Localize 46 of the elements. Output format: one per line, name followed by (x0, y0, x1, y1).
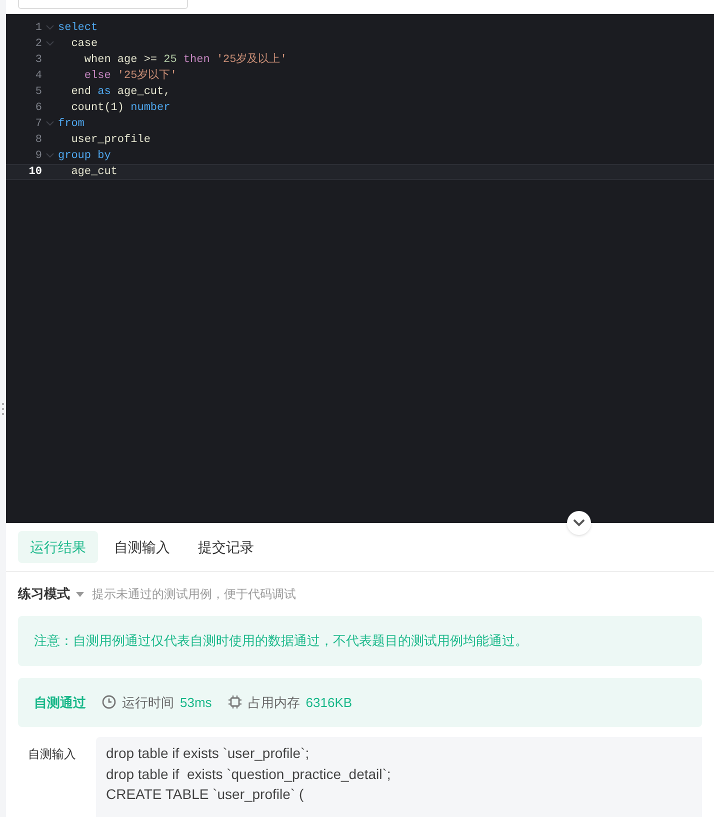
fold-chevron-icon[interactable] (46, 121, 54, 126)
chip-icon (228, 695, 242, 710)
mode-hint: 提示未通过的测试用例，便于代码调试 (92, 586, 296, 604)
code-editor[interactable]: 1 select 2 case 3 when age >= 25 then '25岁及以上' 4 else '25岁以下' 5 end as age_cut, 6 count(1) number 7 from 8 user_profile 9 group by 10 age_cut (6, 14, 714, 524)
input-line: drop table if exists `question_practice_detail`; (106, 764, 392, 784)
fold-chevron-icon[interactable] (46, 41, 54, 46)
memory-label: 占用内存 (248, 694, 300, 712)
input-line: CREATE TABLE `user_profile` ( (106, 785, 305, 804)
code-text: user_profile (70, 132, 150, 148)
input-line: drop table if exists `user_profile`; (106, 744, 310, 763)
chevron-down-icon (573, 519, 585, 528)
line-number: 7 (34, 116, 42, 132)
fold-chevron-icon[interactable] (46, 153, 54, 158)
code-text: count(1) number (70, 100, 170, 116)
mode-dropdown[interactable]: 练习模式 (18, 584, 84, 604)
code-text: group by (58, 148, 111, 164)
line-number: 4 (34, 68, 42, 84)
tab[interactable]: 提交记录 (186, 531, 266, 564)
line-number: 6 (34, 100, 42, 116)
input-box[interactable]: drop table if exists `user_profile`; drop table if exists `question_practice_detail`; CREATE TABLE `user_profile` ( (96, 737, 702, 817)
line-number: 1 (34, 20, 42, 36)
runtime-value: 53ms (180, 694, 212, 712)
code-text: when age >= 25 then '25岁及以上' (83, 52, 287, 68)
line-number: 3 (34, 52, 42, 68)
fold-chevron-icon[interactable] (46, 25, 54, 30)
tab[interactable]: 自测输入 (102, 531, 182, 564)
code-text: from (58, 116, 84, 132)
notice-banner: 注意：自测用例通过仅代表自测时使用的数据通过，不代表题目的测试用例均能通过。 (18, 616, 702, 666)
code-text: else '25岁以下' (83, 68, 177, 84)
line-number: 10 (28, 164, 42, 180)
result-status: 自测通过 (34, 694, 86, 712)
line-number: 5 (34, 84, 42, 100)
code-text: case (70, 36, 98, 52)
line-number: 9 (34, 148, 42, 164)
line-number: 8 (34, 132, 42, 148)
drag-handle-icon[interactable] (1, 402, 5, 416)
collapse-button[interactable] (567, 511, 591, 536)
clock-icon (102, 695, 116, 710)
code-text: age_cut (70, 164, 118, 180)
line-number: 2 (34, 36, 42, 52)
memory-value: 6316KB (306, 694, 352, 712)
runtime-label: 运行时间 (122, 694, 174, 712)
code-text: select (58, 20, 98, 36)
code-text: end as age_cut, (70, 84, 170, 100)
caret-icon (76, 592, 84, 597)
input-label: 自测输入 (27, 746, 77, 763)
